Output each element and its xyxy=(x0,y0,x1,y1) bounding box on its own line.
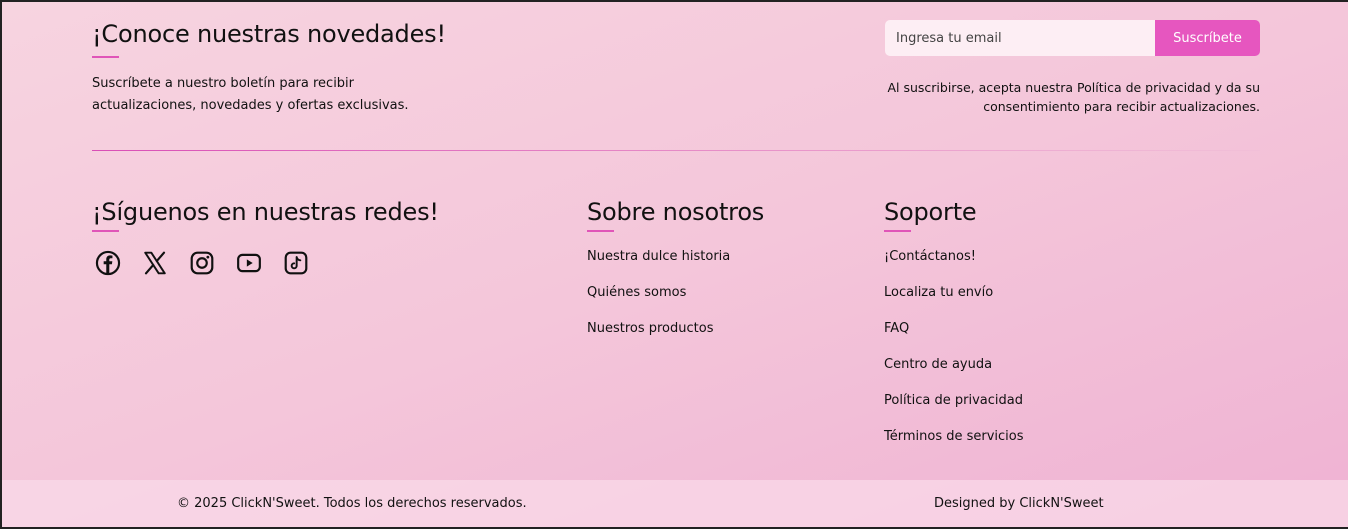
about-link-item: Nuestros productos xyxy=(587,320,730,356)
link-centro-ayuda[interactable]: Centro de ayuda xyxy=(884,357,992,372)
designed-by-text: Designed by ClickN'Sweet xyxy=(934,496,1104,511)
instagram-icon[interactable] xyxy=(188,249,216,277)
about-link-item: Quiénes somos xyxy=(587,284,730,320)
support-title-underline xyxy=(884,230,911,232)
support-links: ¡Contáctanos! Localiza tu envío FAQ Cent… xyxy=(884,248,1024,464)
facebook-icon[interactable] xyxy=(94,249,122,277)
subscribe-button[interactable]: Suscríbete xyxy=(1155,20,1260,56)
about-link-item: Nuestra dulce historia xyxy=(587,248,730,284)
social-icons xyxy=(94,249,310,277)
link-quienes-somos[interactable]: Quiénes somos xyxy=(587,285,686,300)
copyright-bar: © 2025 ClickN'Sweet. Todos los derechos … xyxy=(2,480,1348,527)
support-link-item: Términos de servicios xyxy=(884,428,1024,464)
newsletter-description: Suscríbete a nuestro boletín para recibi… xyxy=(92,76,409,113)
link-nuestra-dulce-historia[interactable]: Nuestra dulce historia xyxy=(587,249,730,264)
link-politica-privacidad[interactable]: Política de privacidad xyxy=(884,393,1023,408)
footer-section: ¡Conoce nuestras novedades! Suscríbete a… xyxy=(2,2,1348,527)
support-link-item: Centro de ayuda xyxy=(884,356,1024,392)
email-input[interactable] xyxy=(885,20,1155,56)
support-title: Soporte xyxy=(884,198,977,226)
link-faq[interactable]: FAQ xyxy=(884,321,909,336)
social-title-underline xyxy=(92,230,119,232)
about-links: Nuestra dulce historia Quiénes somos Nue… xyxy=(587,248,730,356)
about-title-underline xyxy=(587,230,614,232)
support-link-item: Localiza tu envío xyxy=(884,284,1024,320)
link-contactanos[interactable]: ¡Contáctanos! xyxy=(884,249,976,264)
youtube-icon[interactable] xyxy=(235,249,263,277)
social-title: ¡Síguenos en nuestras redes! xyxy=(92,198,439,226)
support-link-item: ¡Contáctanos! xyxy=(884,248,1024,284)
link-nuestros-productos[interactable]: Nuestros productos xyxy=(587,321,713,336)
copyright-text: © 2025 ClickN'Sweet. Todos los derechos … xyxy=(177,496,527,511)
footer-container: ¡Conoce nuestras novedades! Suscríbete a… xyxy=(92,2,1260,480)
support-link-item: FAQ xyxy=(884,320,1024,356)
newsletter-title-underline xyxy=(92,56,119,58)
newsletter-form: Suscríbete xyxy=(885,20,1260,56)
about-title: Sobre nosotros xyxy=(587,198,765,226)
tiktok-icon[interactable] xyxy=(282,249,310,277)
link-localiza-envio[interactable]: Localiza tu envío xyxy=(884,285,993,300)
section-divider xyxy=(92,150,1260,151)
newsletter-title: ¡Conoce nuestras novedades! xyxy=(92,20,446,48)
newsletter-consent-text: Al suscribirse, acepta nuestra Política … xyxy=(887,80,1260,114)
link-terminos-servicios[interactable]: Términos de servicios xyxy=(884,429,1024,444)
x-icon[interactable] xyxy=(141,249,169,277)
support-link-item: Política de privacidad xyxy=(884,392,1024,428)
